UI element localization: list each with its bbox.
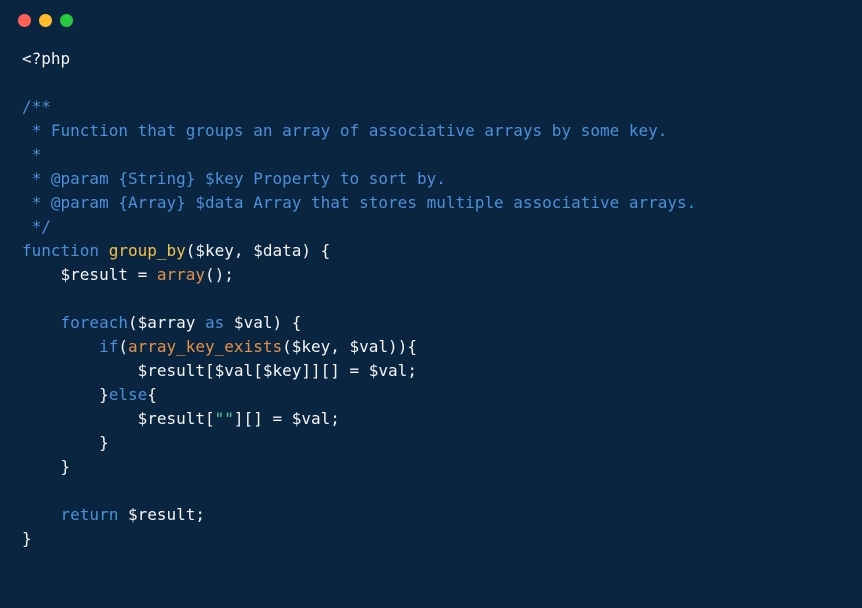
code-token: } xyxy=(22,457,70,476)
code-token: as xyxy=(205,313,224,332)
code-token: } xyxy=(22,385,109,404)
code-line: <?php xyxy=(22,47,840,71)
code-line: $result[""][] = $val; xyxy=(22,407,840,431)
code-token: * @param {String} $key Property to sort … xyxy=(22,169,446,188)
close-icon[interactable] xyxy=(18,14,31,27)
code-window: <?php /** * Function that groups an arra… xyxy=(0,0,862,608)
code-line: $result = array(); xyxy=(22,263,840,287)
code-token: <?php xyxy=(22,49,70,68)
code-token: /** xyxy=(22,97,51,116)
code-line: * Function that groups an array of assoc… xyxy=(22,119,840,143)
code-token: ($array xyxy=(128,313,205,332)
code-token: "" xyxy=(215,409,234,428)
code-token: foreach xyxy=(61,313,128,332)
code-token: ($key, $val)){ xyxy=(282,337,417,356)
code-token: * xyxy=(22,145,41,164)
code-token xyxy=(99,241,109,260)
code-line: */ xyxy=(22,215,840,239)
code-token: $result; xyxy=(118,505,205,524)
code-token: */ xyxy=(22,217,51,236)
code-line: } xyxy=(22,431,840,455)
code-token: return xyxy=(61,505,119,524)
code-token: else xyxy=(109,385,148,404)
code-line: /** xyxy=(22,95,840,119)
code-line xyxy=(22,287,840,311)
code-line: } xyxy=(22,455,840,479)
code-line: foreach($array as $val) { xyxy=(22,311,840,335)
code-token: ($key, $data) { xyxy=(186,241,331,260)
code-line: } xyxy=(22,527,840,551)
code-line: if(array_key_exists($key, $val)){ xyxy=(22,335,840,359)
code-token: array xyxy=(157,265,205,284)
code-token: (); xyxy=(205,265,234,284)
window-titlebar xyxy=(0,0,862,41)
code-token xyxy=(22,505,61,524)
code-line xyxy=(22,71,840,95)
code-token: group_by xyxy=(109,241,186,260)
code-token: { xyxy=(147,385,157,404)
code-token xyxy=(22,337,99,356)
code-token: if xyxy=(99,337,118,356)
code-token: array_key_exists xyxy=(128,337,282,356)
code-line: }else{ xyxy=(22,383,840,407)
code-token: $result[$val[$key]][] = $val; xyxy=(22,361,417,380)
code-line: * @param {String} $key Property to sort … xyxy=(22,167,840,191)
code-token: ][] = $val; xyxy=(234,409,340,428)
code-token: } xyxy=(22,433,109,452)
code-token: * Function that groups an array of assoc… xyxy=(22,121,667,140)
code-token: } xyxy=(22,529,32,548)
code-line: $result[$val[$key]][] = $val; xyxy=(22,359,840,383)
code-token xyxy=(22,313,61,332)
code-token: $result = xyxy=(22,265,157,284)
code-token: * @param {Array} $data Array that stores… xyxy=(22,193,696,212)
code-token: $val) { xyxy=(224,313,301,332)
code-line: function group_by($key, $data) { xyxy=(22,239,840,263)
maximize-icon[interactable] xyxy=(60,14,73,27)
code-line: * @param {Array} $data Array that stores… xyxy=(22,191,840,215)
code-line: * xyxy=(22,143,840,167)
code-line xyxy=(22,479,840,503)
code-token: ( xyxy=(118,337,128,356)
code-token: $result[ xyxy=(22,409,215,428)
code-line: return $result; xyxy=(22,503,840,527)
code-block: <?php /** * Function that groups an arra… xyxy=(0,41,862,571)
code-token: function xyxy=(22,241,99,260)
minimize-icon[interactable] xyxy=(39,14,52,27)
